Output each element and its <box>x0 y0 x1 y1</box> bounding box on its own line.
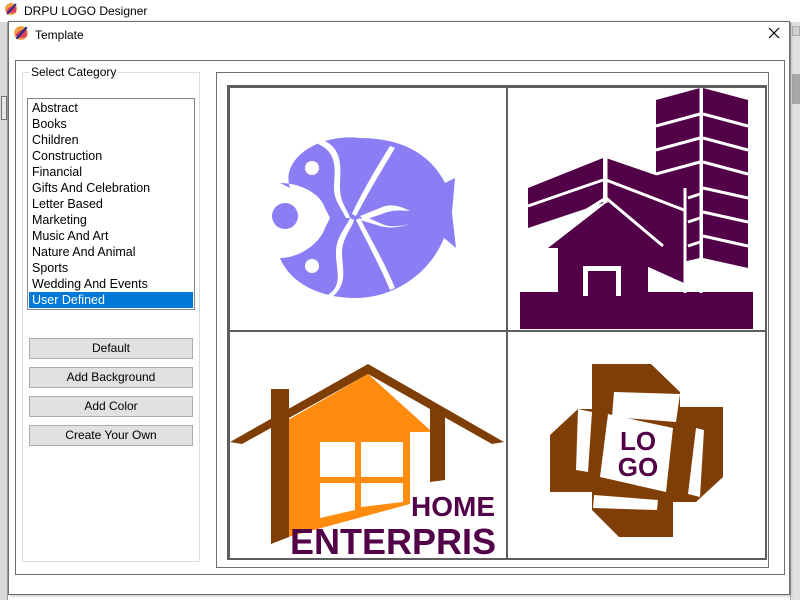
category-legend: Select Category <box>29 65 119 79</box>
category-item-financial[interactable]: Financial <box>29 164 193 180</box>
app-right-scrollbar[interactable] <box>790 22 800 600</box>
category-item-books[interactable]: Books <box>29 116 193 132</box>
app-logo-icon <box>4 2 18 21</box>
box-logo-icon: LO GO <box>550 364 723 537</box>
template-cell-home-enterprise[interactable]: HOME ENTERPRIS <box>229 331 507 560</box>
category-item-wedding-events[interactable]: Wedding And Events <box>29 276 193 292</box>
create-your-own-button[interactable]: Create Your Own <box>29 425 193 446</box>
template-cell-fish[interactable] <box>229 87 507 331</box>
dialog-titlebar: Template <box>9 22 789 48</box>
category-item-sports[interactable]: Sports <box>29 260 193 276</box>
app-title: DRPU LOGO Designer <box>24 4 148 18</box>
home-text: HOME <box>411 491 495 522</box>
template-cell-box-logo[interactable]: LO GO <box>507 331 767 559</box>
logo-text-line2: GO <box>618 452 658 482</box>
close-icon <box>768 26 780 44</box>
dialog-title: Template <box>35 28 84 42</box>
close-button[interactable] <box>763 24 785 46</box>
home-enterprise-logo-icon: HOME ENTERPRIS <box>230 364 504 560</box>
template-grid: HOME ENTERPRIS LO GO <box>227 85 767 560</box>
app-logo-icon <box>13 25 29 46</box>
template-dialog: Template Select Category Abstract Books … <box>8 21 790 595</box>
action-buttons: Default Add Background Add Color Create … <box>29 338 193 454</box>
category-item-marketing[interactable]: Marketing <box>29 212 193 228</box>
category-item-gifts[interactable]: Gifts And Celebration <box>29 180 193 196</box>
category-item-construction[interactable]: Construction <box>29 148 193 164</box>
buildings-logo-icon <box>517 88 753 329</box>
enterprise-text: ENTERPRIS <box>290 521 496 560</box>
add-background-button[interactable]: Add Background <box>29 367 193 388</box>
category-item-letter-based[interactable]: Letter Based <box>29 196 193 212</box>
category-item-children[interactable]: Children <box>29 132 193 148</box>
category-item-user-defined[interactable]: User Defined <box>29 292 193 308</box>
category-item-abstract[interactable]: Abstract <box>29 100 193 116</box>
add-color-button[interactable]: Add Color <box>29 396 193 417</box>
app-titlebar: DRPU LOGO Designer <box>0 0 800 22</box>
category-listbox[interactable]: Abstract Books Children Construction Fin… <box>27 98 195 310</box>
default-button[interactable]: Default <box>29 338 193 359</box>
category-item-music-art[interactable]: Music And Art <box>29 228 193 244</box>
category-item-nature-animal[interactable]: Nature And Animal <box>29 244 193 260</box>
scrollbar-thumb[interactable] <box>792 74 800 104</box>
fish-logo-icon <box>272 137 456 301</box>
template-cell-buildings[interactable] <box>507 87 767 331</box>
app-left-scrollbar[interactable] <box>0 22 8 600</box>
